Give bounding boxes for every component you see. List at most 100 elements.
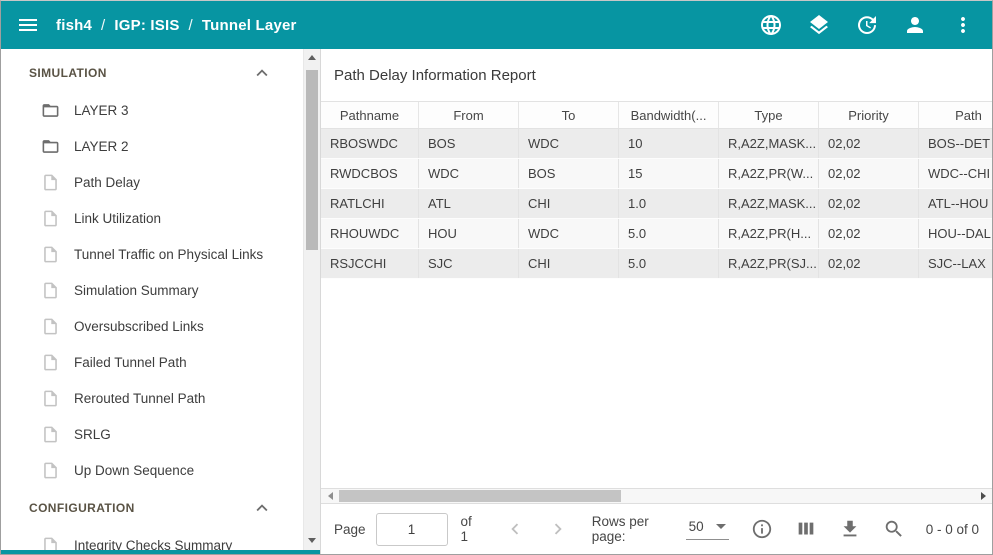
sidebar-item-link-utilization[interactable]: Link Utilization — [1, 200, 303, 236]
cell-type: R,A2Z,PR(H... — [719, 219, 819, 248]
cell-bandwidth: 5.0 — [619, 249, 719, 278]
info-icon[interactable] — [751, 518, 773, 540]
search-icon[interactable] — [883, 518, 905, 540]
section-label: CONFIGURATION — [29, 501, 251, 515]
sidebar-item-oversubscribed-links[interactable]: Oversubscribed Links — [1, 308, 303, 344]
top-app-bar: fish4 / IGP: ISIS / Tunnel Layer — [1, 1, 992, 49]
user-icon[interactable] — [903, 13, 927, 37]
rows-per-page-select[interactable]: 50 — [686, 519, 729, 540]
folder-icon — [41, 101, 60, 120]
row-range-label: 0 - 0 of 0 — [926, 522, 979, 537]
file-icon — [41, 281, 60, 300]
sidebar-bottom-accent — [1, 550, 320, 554]
layers-icon[interactable] — [807, 13, 831, 37]
table-row[interactable]: RWDCBOS WDC BOS 15 R,A2Z,PR(W... 02,02 W… — [321, 159, 992, 189]
column-header-path[interactable]: Path — [919, 102, 992, 128]
cell-from: WDC — [419, 159, 519, 188]
section-configuration[interactable]: CONFIGURATION — [1, 488, 303, 527]
sidebar-item-label: Up Down Sequence — [74, 463, 194, 478]
table-row[interactable]: RSJCCHI SJC CHI 5.0 R,A2Z,PR(SJ... 02,02… — [321, 249, 992, 279]
columns-icon[interactable] — [795, 518, 817, 540]
sidebar-content: SIMULATION LAYER 3 LAYER 2 Path Delay — [1, 49, 303, 554]
section-label: SIMULATION — [29, 66, 251, 80]
sidebar-item-label: Oversubscribed Links — [74, 319, 204, 334]
cell-priority: 02,02 — [819, 249, 919, 278]
column-header-from[interactable]: From — [419, 102, 519, 128]
file-icon — [41, 173, 60, 192]
triangle-down-icon — [308, 538, 316, 543]
cell-priority: 02,02 — [819, 129, 919, 158]
triangle-right-icon — [981, 492, 986, 500]
sidebar-item-path-delay[interactable]: Path Delay — [1, 164, 303, 200]
cell-pathname: RBOSWDC — [321, 129, 419, 158]
cell-bandwidth: 1.0 — [619, 189, 719, 218]
sidebar-item-tunnel-traffic[interactable]: Tunnel Traffic on Physical Links — [1, 236, 303, 272]
scroll-down-button[interactable] — [304, 532, 320, 549]
breadcrumb-protocol[interactable]: IGP: ISIS — [114, 17, 179, 34]
cell-to: CHI — [519, 189, 619, 218]
column-header-pathname[interactable]: Pathname — [321, 102, 419, 128]
scroll-left-button[interactable] — [323, 489, 337, 503]
sidebar-item-simulation-summary[interactable]: Simulation Summary — [1, 272, 303, 308]
page-input[interactable] — [376, 513, 448, 546]
column-header-priority[interactable]: Priority — [819, 102, 919, 128]
app-body: SIMULATION LAYER 3 LAYER 2 Path Delay — [1, 49, 992, 554]
report-panel: Path Delay Information Report Pathname F… — [320, 49, 992, 554]
file-icon — [41, 389, 60, 408]
page-of-label: of 1 — [461, 514, 481, 544]
cell-priority: 02,02 — [819, 159, 919, 188]
sidebar-item-label: Tunnel Traffic on Physical Links — [74, 247, 263, 262]
sidebar-item-layer-2[interactable]: LAYER 2 — [1, 128, 303, 164]
history-icon[interactable] — [855, 13, 879, 37]
cell-pathname: RATLCHI — [321, 189, 419, 218]
table-body: RBOSWDC BOS WDC 10 R,A2Z,MASK... 02,02 B… — [321, 129, 992, 279]
app-window: fish4 / IGP: ISIS / Tunnel Layer — [0, 0, 993, 555]
sidebar-item-label: LAYER 3 — [74, 103, 129, 118]
file-icon — [41, 461, 60, 480]
reports-sidebar: SIMULATION LAYER 3 LAYER 2 Path Delay — [1, 49, 320, 554]
file-icon — [41, 245, 60, 264]
scroll-right-button[interactable] — [976, 489, 990, 503]
globe-icon[interactable] — [759, 13, 783, 37]
report-table: Pathname From To Bandwidth(... Type Prio… — [321, 101, 992, 279]
column-header-to[interactable]: To — [519, 102, 619, 128]
hamburger-menu-icon[interactable] — [16, 13, 40, 37]
next-page-button[interactable] — [547, 518, 569, 540]
sidebar-scrollbar[interactable] — [303, 49, 320, 554]
file-icon — [41, 425, 60, 444]
cell-from: ATL — [419, 189, 519, 218]
sidebar-item-layer-3[interactable]: LAYER 3 — [1, 92, 303, 128]
sidebar-item-rerouted-tunnel-path[interactable]: Rerouted Tunnel Path — [1, 380, 303, 416]
table-row[interactable]: RBOSWDC BOS WDC 10 R,A2Z,MASK... 02,02 B… — [321, 129, 992, 159]
column-header-type[interactable]: Type — [719, 102, 819, 128]
sidebar-item-srlg[interactable]: SRLG — [1, 416, 303, 452]
table-empty-area — [321, 279, 992, 488]
cell-from: BOS — [419, 129, 519, 158]
table-row[interactable]: RATLCHI ATL CHI 1.0 R,A2Z,MASK... 02,02 … — [321, 189, 992, 219]
column-header-bandwidth[interactable]: Bandwidth(... — [619, 102, 719, 128]
sidebar-item-up-down-sequence[interactable]: Up Down Sequence — [1, 452, 303, 488]
folder-icon — [41, 137, 60, 156]
cell-priority: 02,02 — [819, 189, 919, 218]
chevron-up-icon — [251, 62, 273, 84]
breadcrumb-plan[interactable]: fish4 — [56, 17, 92, 34]
sidebar-item-label: LAYER 2 — [74, 139, 129, 154]
breadcrumb: fish4 / IGP: ISIS / Tunnel Layer — [56, 17, 297, 34]
section-simulation[interactable]: SIMULATION — [1, 53, 303, 92]
sidebar-item-failed-tunnel-path[interactable]: Failed Tunnel Path — [1, 344, 303, 380]
cell-to: CHI — [519, 249, 619, 278]
horizontal-scroll-thumb[interactable] — [339, 490, 621, 502]
cell-path: SJC--LAX — [919, 249, 992, 278]
table-row[interactable]: RHOUWDC HOU WDC 5.0 R,A2Z,PR(H... 02,02 … — [321, 219, 992, 249]
cell-to: WDC — [519, 129, 619, 158]
scroll-up-button[interactable] — [304, 49, 320, 66]
horizontal-scrollbar[interactable] — [321, 488, 992, 504]
more-vert-icon[interactable] — [951, 13, 975, 37]
cell-path: BOS--DET — [919, 129, 992, 158]
prev-page-button[interactable] — [504, 518, 526, 540]
cell-type: R,A2Z,MASK... — [719, 129, 819, 158]
sidebar-scroll-thumb[interactable] — [306, 70, 318, 250]
download-icon[interactable] — [839, 518, 861, 540]
breadcrumb-layer[interactable]: Tunnel Layer — [202, 17, 297, 34]
chevron-up-icon — [251, 497, 273, 519]
